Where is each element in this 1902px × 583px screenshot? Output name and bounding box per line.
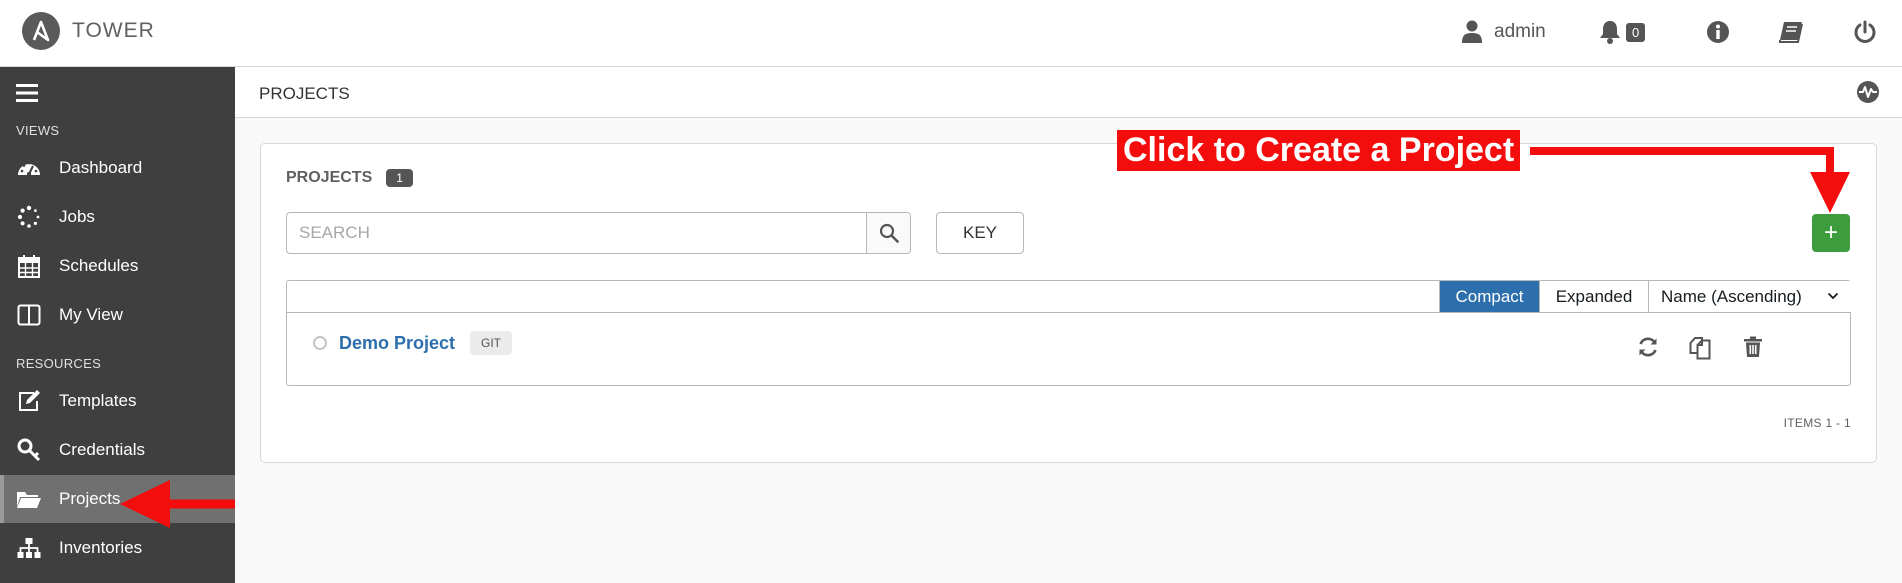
delete-project-button[interactable]	[1743, 336, 1763, 363]
copy-project-button[interactable]	[1689, 336, 1711, 365]
username: admin	[1494, 21, 1546, 42]
list-toolbar: Compact Expanded Name (Ascending)	[287, 281, 1851, 313]
table-row: Demo Project GIT	[287, 314, 1850, 386]
breadcrumb[interactable]: PROJECTS	[259, 84, 350, 104]
scm-type-badge: GIT	[470, 331, 512, 355]
logout-button[interactable]	[1853, 14, 1877, 50]
user-menu[interactable]: admin	[1462, 14, 1546, 50]
calendar-icon	[16, 254, 42, 278]
brand-name: TOWER	[72, 19, 155, 42]
documentation-button[interactable]	[1778, 14, 1804, 50]
key-icon	[16, 438, 42, 462]
project-count-badge: 1	[386, 169, 413, 187]
sitemap-icon	[16, 537, 42, 559]
project-name-link[interactable]: Demo Project	[339, 333, 455, 354]
create-project-annotation: Click to Create a Project	[1117, 130, 1521, 171]
projects-panel: PROJECTS 1 KEY + Compact Expanded Name (…	[260, 143, 1877, 463]
notifications-button[interactable]: 0	[1598, 14, 1646, 50]
top-bar: TOWER admin 0	[0, 0, 1902, 67]
edit-icon	[16, 389, 42, 413]
sync-project-button[interactable]	[1637, 336, 1659, 363]
sidebar-item-label: My View	[59, 305, 123, 324]
compact-view-toggle[interactable]: Compact	[1439, 281, 1539, 312]
jobs-icon	[16, 205, 42, 229]
chevron-down-icon	[1827, 292, 1839, 300]
sort-label: Name (Ascending)	[1661, 286, 1802, 306]
columns-icon	[16, 304, 42, 326]
sidebar-item-label: Inventories	[59, 538, 143, 557]
sidebar-item-projects[interactable]: Projects	[0, 475, 235, 523]
sidebar-item-credentials[interactable]: Credentials	[0, 426, 235, 474]
projects-list: Compact Expanded Name (Ascending) Demo P…	[286, 280, 1851, 386]
copy-icon	[1689, 337, 1711, 360]
sidebar-item-label: Projects	[59, 489, 121, 508]
activity-stream-button[interactable]	[1856, 80, 1880, 109]
sort-dropdown[interactable]: Name (Ascending)	[1648, 281, 1851, 312]
panel-title: PROJECTS 1	[286, 169, 413, 187]
search-icon	[879, 223, 899, 243]
brand[interactable]: TOWER	[22, 12, 155, 50]
trash-icon	[1744, 336, 1762, 357]
sidebar-item-templates[interactable]: Templates	[0, 377, 235, 425]
sidebar-item-label: Templates	[59, 391, 137, 410]
sidebar-item-jobs[interactable]: Jobs	[0, 193, 235, 241]
bell-icon	[1600, 21, 1620, 44]
page-header: PROJECTS	[235, 67, 1902, 118]
notification-count-badge: 0	[1626, 22, 1646, 42]
about-button[interactable]	[1706, 14, 1730, 50]
user-icon	[1462, 20, 1482, 43]
sidebar-item-label: Schedules	[59, 256, 139, 275]
refresh-icon	[1639, 337, 1657, 357]
resources-section-label: RESOURCES	[16, 356, 102, 371]
search-input[interactable]	[287, 213, 866, 253]
search-button[interactable]	[866, 213, 910, 253]
sidebar-item-label: Jobs	[59, 207, 95, 226]
key-button[interactable]: KEY	[936, 212, 1024, 254]
sidebar-item-label: Credentials	[59, 440, 145, 459]
dashboard-icon	[16, 158, 42, 178]
status-indicator-icon	[313, 336, 327, 350]
docs-icon	[1779, 22, 1803, 43]
panel-title-text: PROJECTS	[286, 169, 373, 186]
ansible-logo-icon	[22, 12, 60, 50]
sidebar-item-dashboard[interactable]: Dashboard	[0, 144, 235, 192]
items-count: ITEMS 1 - 1	[1783, 416, 1851, 430]
menu-toggle-button[interactable]	[16, 83, 40, 108]
add-project-button[interactable]: +	[1812, 214, 1850, 252]
expanded-view-toggle[interactable]: Expanded	[1539, 281, 1648, 312]
views-section-label: VIEWS	[16, 123, 60, 138]
activity-stream-icon	[1857, 81, 1879, 103]
sidebar: VIEWS Dashboard Jobs Schedules My View R…	[0, 67, 235, 583]
hamburger-icon	[16, 84, 38, 102]
sidebar-item-my-view[interactable]: My View	[0, 291, 235, 339]
folder-open-icon	[16, 489, 42, 509]
power-icon	[1854, 20, 1876, 43]
sidebar-item-label: Dashboard	[59, 158, 143, 177]
sidebar-item-schedules[interactable]: Schedules	[0, 242, 235, 290]
search-box	[286, 212, 911, 254]
sidebar-item-inventories[interactable]: Inventories	[0, 524, 235, 572]
info-icon	[1707, 21, 1729, 43]
